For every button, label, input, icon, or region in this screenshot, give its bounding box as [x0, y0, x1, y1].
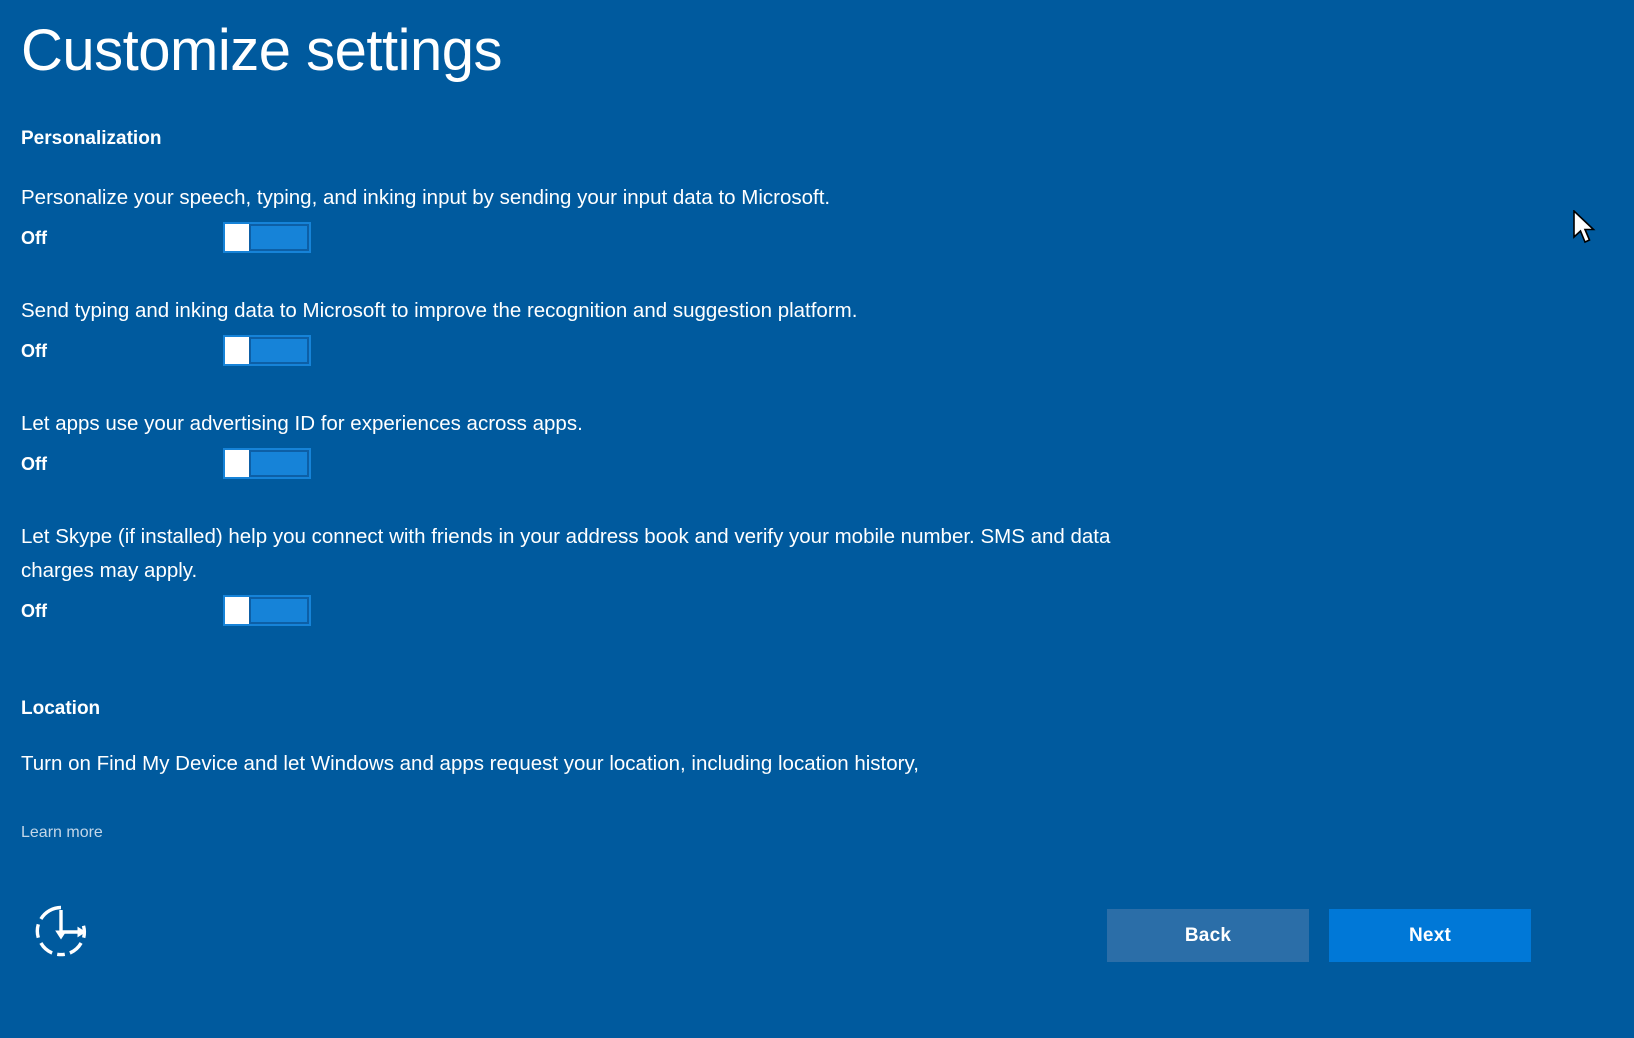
toggle-line: Off	[21, 221, 1594, 255]
setting-description: Let Skype (if installed) help you connec…	[21, 524, 1111, 582]
toggle-thumb	[225, 450, 249, 478]
setting-description: Send typing and inking data to Microsoft…	[21, 298, 858, 322]
toggle-switch-typing-inking-data[interactable]	[223, 335, 311, 367]
toggle-thumb	[225, 337, 249, 365]
settings-scroll-area[interactable]: Personalization Personalize your speech,…	[0, 128, 1634, 788]
toggle-thumb	[225, 224, 249, 252]
toggle-thumb	[225, 597, 249, 625]
setting-row-typing-inking-data: Send typing and inking data to Microsoft…	[21, 294, 1594, 368]
bottom-bar: Back Next	[0, 888, 1634, 1038]
toggle-switch-speech-typing-inking[interactable]	[223, 222, 311, 254]
setting-row-advertising-id: Let apps use your advertising ID for exp…	[21, 407, 1594, 481]
setting-row-skype: Let Skype (if installed) help you connec…	[21, 520, 1594, 628]
toggle-line: Off	[21, 334, 1594, 368]
toggle-switch-skype[interactable]	[223, 595, 311, 627]
section-header-location: Location	[21, 697, 101, 719]
toggle-track	[249, 224, 309, 252]
page-title: Customize settings	[21, 18, 502, 83]
toggle-track	[249, 337, 309, 365]
ease-of-access-button[interactable]	[30, 900, 92, 962]
ease-of-access-icon	[35, 905, 87, 957]
setting-row-speech-typing-inking: Personalize your speech, typing, and ink…	[21, 181, 1594, 255]
section-header-personalization: Personalization	[21, 128, 162, 149]
back-button[interactable]: Back	[1107, 909, 1309, 962]
setting-description-location-clipped: Turn on Find My Device and let Windows a…	[21, 751, 919, 775]
settings-content: Personalization Personalize your speech,…	[0, 128, 1634, 781]
setting-description: Let apps use your advertising ID for exp…	[21, 411, 583, 435]
toggle-state-label: Off	[21, 227, 47, 248]
toggle-track	[249, 597, 309, 625]
toggle-track	[249, 450, 309, 478]
oobe-screen: Customize settings Personalization Perso…	[0, 0, 1634, 1038]
learn-more-link[interactable]: Learn more	[21, 823, 103, 844]
toggle-state-label: Off	[21, 340, 47, 361]
setting-description: Personalize your speech, typing, and ink…	[21, 185, 831, 209]
toggle-switch-advertising-id[interactable]	[223, 448, 311, 480]
navigation-buttons: Back Next	[1107, 909, 1531, 962]
toggle-line: Off	[21, 594, 1594, 628]
toggle-state-label: Off	[21, 600, 47, 621]
toggle-line: Off	[21, 447, 1594, 481]
toggle-state-label: Off	[21, 453, 47, 474]
next-button[interactable]: Next	[1329, 909, 1531, 962]
